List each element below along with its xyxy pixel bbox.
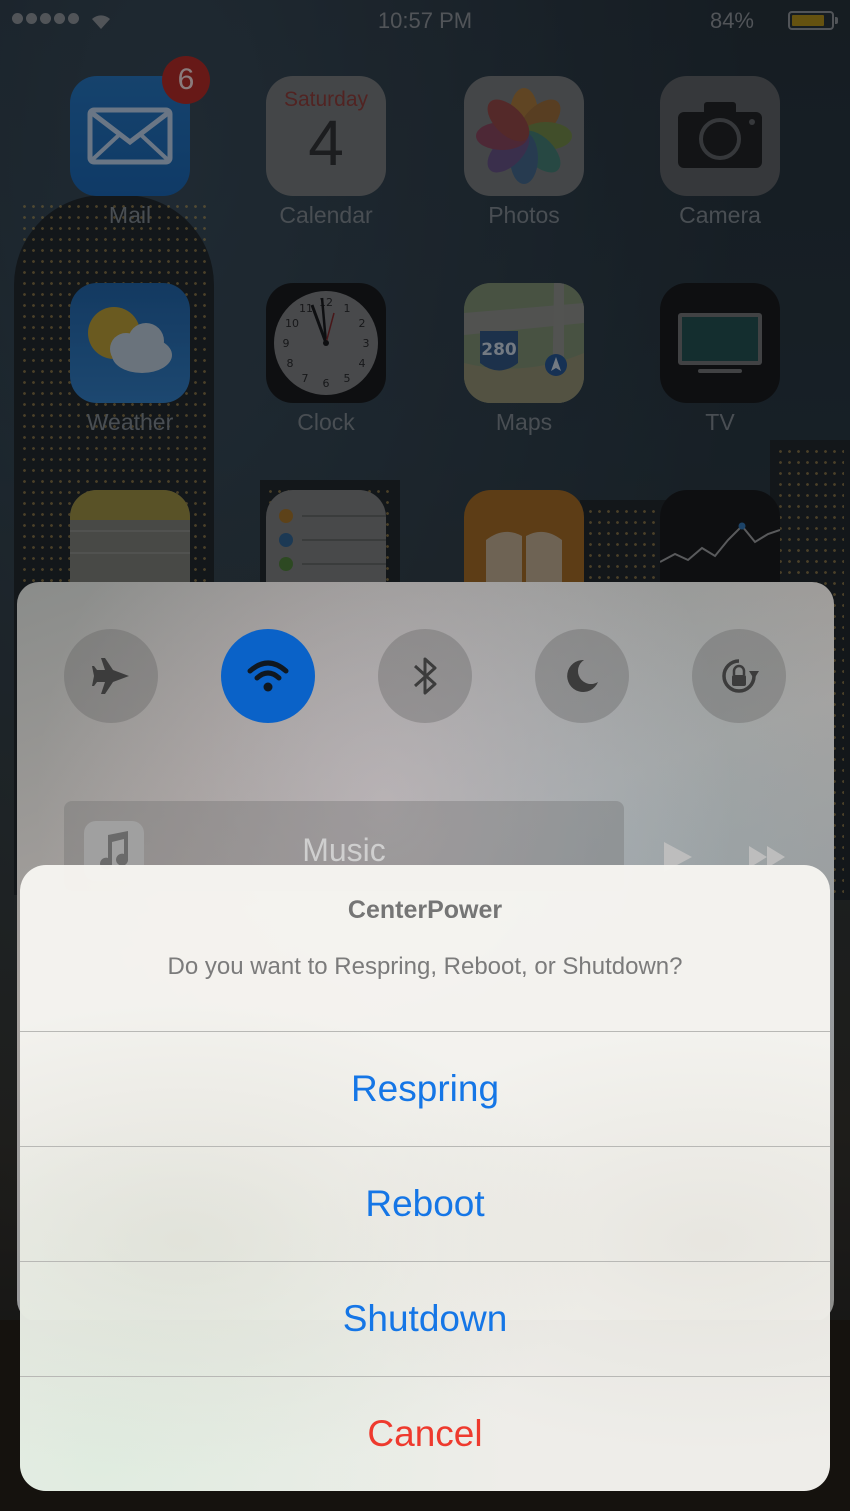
airplane-mode-toggle[interactable] bbox=[64, 629, 158, 723]
reboot-button[interactable]: Reboot bbox=[20, 1146, 830, 1261]
cancel-button[interactable]: Cancel bbox=[20, 1376, 830, 1491]
wifi-toggle[interactable] bbox=[221, 629, 315, 723]
rotation-lock-toggle[interactable] bbox=[692, 629, 786, 723]
respring-button[interactable]: Respring bbox=[20, 1031, 830, 1146]
bluetooth-toggle[interactable] bbox=[378, 629, 472, 723]
moon-icon bbox=[567, 659, 598, 692]
alert-title: CenterPower bbox=[347, 896, 503, 924]
music-label: Music bbox=[302, 832, 386, 868]
airplane-icon bbox=[92, 658, 129, 694]
do-not-disturb-toggle[interactable] bbox=[535, 629, 629, 723]
rotation-lock-icon bbox=[722, 659, 759, 693]
shutdown-button[interactable]: Shutdown bbox=[20, 1261, 830, 1376]
alert-message: Do you want to Respring, Reboot, or Shut… bbox=[167, 953, 683, 980]
centerpower-alert: CenterPower Do you want to Respring, Reb… bbox=[20, 865, 830, 1491]
wifi-icon bbox=[247, 660, 289, 692]
bluetooth-icon bbox=[413, 657, 437, 695]
